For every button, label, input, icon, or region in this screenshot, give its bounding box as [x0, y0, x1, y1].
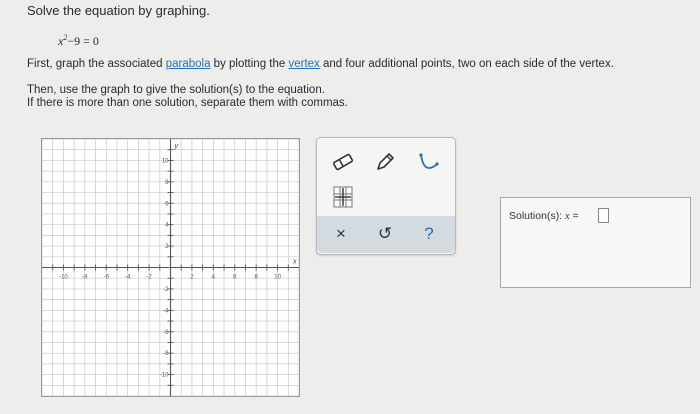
tool-action-bar: × ↺ ? [317, 216, 455, 253]
x-tick-label: 4 [212, 275, 216, 281]
solution-equals: = [569, 210, 579, 222]
equation-rest: −9 = 0 [67, 34, 99, 48]
instruction-line-2: If there is more than one solution, sepa… [27, 97, 348, 109]
undo-button[interactable]: ↺ [369, 220, 401, 248]
solution-label-text: Solution(s): [509, 210, 566, 222]
x-tick-label: 6 [233, 275, 237, 281]
parabola-link[interactable]: parabola [166, 58, 211, 70]
help-button[interactable]: ? [413, 220, 445, 248]
x-tick-label: -4 [125, 275, 131, 281]
instruction-solution: Then, use the graph to give the solution… [27, 84, 348, 110]
x-tick-label: -2 [146, 275, 152, 281]
x-tick-label: 10 [274, 275, 281, 281]
instruction-line-1: Then, use the graph to give the solution… [27, 84, 325, 96]
equation: x2−9 = 0 [58, 33, 99, 49]
y-tick-label: -4 [163, 308, 169, 314]
y-tick-label: -6 [163, 330, 169, 336]
y-tick-label: 8 [165, 180, 169, 186]
x-tick-label: 2 [190, 275, 194, 281]
x-tick-label: 8 [254, 275, 258, 281]
clear-button[interactable]: × [325, 220, 357, 248]
x-tick-label: -10 [59, 275, 68, 281]
x-tick-label: -6 [104, 275, 110, 281]
x-axis-label: x [292, 259, 297, 266]
y-tick-label: -8 [163, 351, 169, 357]
y-tick-label: 4 [165, 223, 169, 229]
instruction-graph: First, graph the associated parabola by … [27, 58, 614, 70]
graph-tools-panel: × ↺ ? [316, 137, 456, 255]
graph-canvas[interactable]: -10 -8 -6 -4 -2 2 4 6 8 10 10 8 6 4 2 -2 -4 -6 -8 -10 x y [41, 138, 300, 397]
y-tick-label: 6 [165, 201, 169, 207]
solution-input[interactable] [598, 208, 609, 223]
grid-tool-icon[interactable] [331, 184, 355, 210]
y-tick-label: 2 [165, 244, 169, 250]
y-tick-label: 10 [162, 158, 169, 164]
vertex-link[interactable]: vertex [288, 58, 319, 70]
y-axis-label: y [174, 143, 179, 150]
y-tick-label: -2 [163, 287, 169, 293]
instruction-text: by plotting the [210, 58, 289, 70]
x-tick-label: -8 [82, 275, 88, 281]
answer-panel: Solution(s): x = [500, 197, 691, 288]
pencil-icon[interactable] [369, 148, 401, 176]
solution-label: Solution(s): x = [509, 210, 579, 222]
problem-title: Solve the equation by graphing. [27, 3, 210, 18]
instruction-text: and four additional points, two on each … [319, 58, 614, 70]
y-tick-label: -10 [160, 373, 169, 379]
parabola-tool-icon[interactable] [413, 148, 445, 176]
eraser-icon[interactable] [327, 148, 359, 176]
coordinate-plane[interactable]: -10 -8 -6 -4 -2 2 4 6 8 10 10 8 6 4 2 -2 -4 -6 -8 -10 x y [41, 138, 300, 397]
instruction-text: First, graph the associated [27, 58, 166, 70]
